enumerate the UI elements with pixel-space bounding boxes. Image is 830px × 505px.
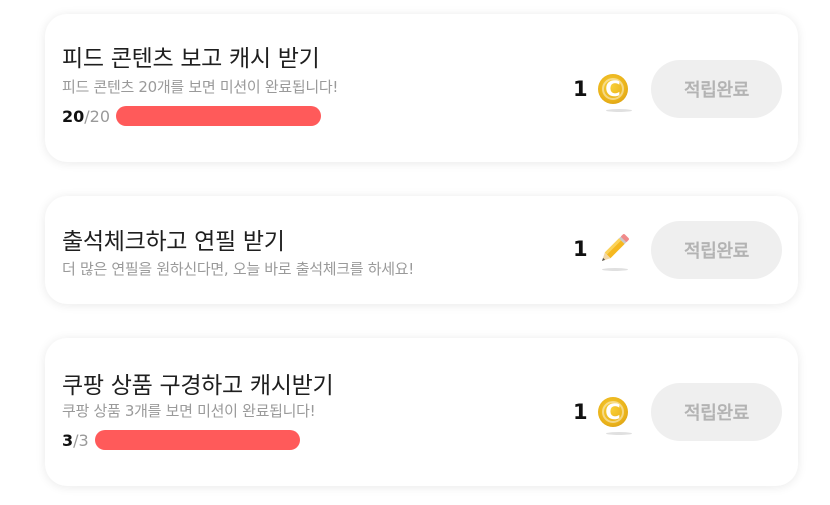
mission-card-attendance: 출석체크하고 연필 받기 더 많은 연필을 원하신다면, 오늘 바로 출석체크를… [45, 196, 798, 304]
reward-count: 1 [573, 237, 588, 261]
progress-bar [116, 106, 322, 126]
mission-title: 출석체크하고 연필 받기 [62, 229, 285, 255]
progress-current: 3 [62, 430, 74, 450]
reward-count: 1 [573, 400, 588, 424]
mission-subtitle: 쿠팡 상품 3개를 보면 미션이 완료됩니다! [62, 402, 316, 420]
mission-progress: 3 /3 [62, 429, 300, 451]
mission-reward: 1 C [573, 74, 632, 112]
progress-current: 20 [62, 106, 85, 126]
mission-subtitle: 더 많은 연필을 원하신다면, 오늘 바로 출석체크를 하세요! [62, 260, 414, 278]
mission-progress: 20 /20 [62, 105, 322, 127]
coin-glyph: C [605, 77, 621, 101]
claim-complete-button[interactable]: 적립완료 [651, 60, 782, 118]
coin-icon: C [598, 74, 632, 112]
progress-bar [94, 430, 300, 450]
mission-card-feed: 피드 콘텐츠 보고 캐시 받기 피드 콘텐츠 20개를 보면 미션이 완료됩니다… [45, 14, 798, 162]
progress-total: /20 [84, 106, 111, 126]
mission-reward: 1 C [573, 397, 632, 435]
mission-subtitle: 피드 콘텐츠 20개를 보면 미션이 완료됩니다! [62, 78, 339, 96]
mission-reward: 1 [573, 232, 630, 271]
progress-total: /3 [73, 430, 89, 450]
mission-title: 쿠팡 상품 구경하고 캐시받기 [62, 373, 334, 399]
mission-title: 피드 콘텐츠 보고 캐시 받기 [62, 46, 320, 72]
pencil-icon [598, 232, 630, 271]
coin-icon: C [598, 397, 632, 435]
claim-complete-button[interactable]: 적립완료 [651, 383, 782, 441]
mission-card-coupang: 쿠팡 상품 구경하고 캐시받기 쿠팡 상품 3개를 보면 미션이 완료됩니다! … [45, 338, 798, 486]
reward-count: 1 [573, 77, 588, 101]
claim-complete-button[interactable]: 적립완료 [651, 221, 782, 279]
coin-glyph: C [605, 400, 621, 424]
